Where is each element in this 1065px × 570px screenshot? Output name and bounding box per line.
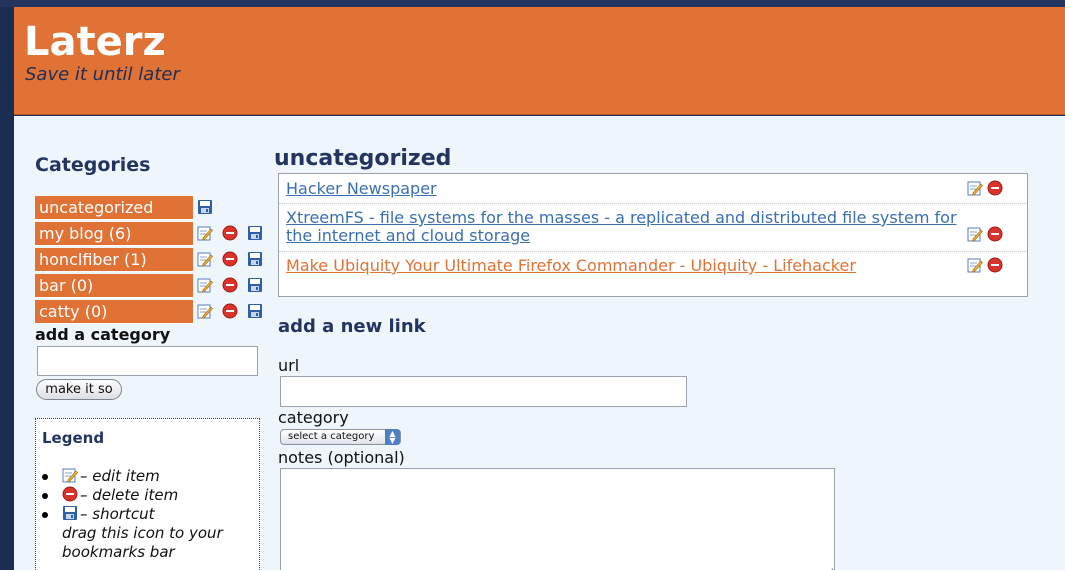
link-row: Make Ubiquity Your Ultimate Firefox Comm… — [279, 252, 1027, 282]
category-select[interactable]: select a category ▲ ▼ — [280, 429, 401, 445]
link-actions — [967, 257, 1007, 276]
shortcut-icon[interactable] — [62, 505, 78, 521]
select-arrows-icon: ▲ ▼ — [385, 429, 400, 445]
category-row: honclfiber (1) — [35, 248, 275, 274]
edit-icon[interactable] — [197, 303, 213, 319]
delete-icon — [62, 486, 78, 502]
category-item-my-blog[interactable]: my blog (6) — [35, 222, 193, 246]
shortcut-icon[interactable] — [197, 199, 213, 215]
category-label: category — [278, 408, 349, 427]
link-hacker-newspaper[interactable]: Hacker Newspaper — [286, 180, 946, 198]
legend-item: – shortcut drag this icon to your bookma… — [42, 505, 259, 562]
legend-text: – delete item — [80, 486, 179, 504]
category-select-value: select a category — [288, 431, 375, 442]
category-actions — [197, 199, 217, 217]
shortcut-icon[interactable] — [247, 303, 263, 319]
link-ubiquity[interactable]: Make Ubiquity Your Ultimate Firefox Comm… — [286, 257, 946, 275]
url-input[interactable] — [280, 376, 687, 407]
delete-icon[interactable] — [222, 277, 238, 293]
shortcut-icon[interactable] — [247, 225, 263, 241]
category-item-catty[interactable]: catty (0) — [35, 300, 193, 324]
link-row: Hacker Newspaper — [279, 174, 1027, 204]
category-row: catty (0) — [35, 300, 275, 326]
category-title: uncategorized — [274, 146, 452, 171]
legend-text: – edit item — [80, 467, 160, 485]
link-xtreemfs[interactable]: XtreemFS - file systems for the masses -… — [286, 209, 958, 245]
legend-list: – edit item – delete item – shortcut dra… — [42, 467, 259, 562]
category-list: uncategorized my blog (6) honclfiber (1)… — [35, 196, 275, 326]
legend-item: – edit item — [42, 467, 259, 486]
site-tagline: Save it until later — [25, 64, 180, 85]
edit-icon[interactable] — [197, 277, 213, 293]
add-link-heading: add a new link — [278, 316, 426, 337]
delete-icon[interactable] — [222, 225, 238, 241]
category-item-uncategorized[interactable]: uncategorized — [35, 196, 193, 220]
legend-text: – shortcut — [80, 505, 155, 523]
categories-heading: Categories — [35, 154, 151, 176]
category-item-honclfiber[interactable]: honclfiber (1) — [35, 248, 193, 272]
delete-icon[interactable] — [987, 226, 1003, 242]
link-actions — [967, 226, 1007, 245]
edit-icon[interactable] — [197, 251, 213, 267]
site-header: Laterz Save it until later — [14, 7, 1065, 115]
delete-icon[interactable] — [222, 251, 238, 267]
bullet — [42, 512, 48, 518]
link-list: Hacker Newspaper XtreemFS - file systems… — [278, 173, 1028, 297]
category-row: my blog (6) — [35, 222, 275, 248]
shortcut-icon[interactable] — [247, 251, 263, 267]
link-row: XtreemFS - file systems for the masses -… — [279, 204, 1027, 252]
page-content: Categories uncategorized my blog (6) hon… — [14, 116, 1065, 570]
make-it-so-button[interactable]: make it so — [36, 379, 122, 400]
url-label: url — [278, 356, 300, 375]
bullet — [42, 474, 48, 480]
edit-icon[interactable] — [197, 225, 213, 241]
add-category-input[interactable] — [37, 346, 258, 376]
legend-title: Legend — [42, 429, 105, 447]
bullet — [42, 493, 48, 499]
edit-icon[interactable] — [967, 180, 983, 196]
category-actions — [197, 251, 267, 269]
shortcut-icon[interactable] — [247, 277, 263, 293]
notes-label: notes (optional) — [278, 448, 405, 467]
category-row: uncategorized — [35, 196, 275, 222]
add-category-label: add a category — [35, 325, 171, 344]
category-actions — [197, 277, 267, 295]
category-actions — [197, 303, 267, 321]
link-actions — [967, 180, 1007, 199]
delete-icon[interactable] — [222, 303, 238, 319]
category-item-bar[interactable]: bar (0) — [35, 274, 193, 298]
edit-icon — [62, 467, 78, 483]
legend-box: Legend – edit item – delete item – short… — [35, 418, 260, 570]
legend-note: drag this icon to your bookmarks bar — [62, 524, 223, 561]
edit-icon[interactable] — [967, 257, 983, 273]
top-border — [0, 0, 1065, 7]
delete-icon[interactable] — [987, 180, 1003, 196]
delete-icon[interactable] — [987, 257, 1003, 273]
edit-icon[interactable] — [967, 226, 983, 242]
site-title[interactable]: Laterz — [24, 19, 166, 65]
legend-item: – delete item — [42, 486, 259, 505]
category-row: bar (0) — [35, 274, 275, 300]
category-actions — [197, 225, 267, 243]
notes-textarea[interactable] — [280, 468, 835, 570]
